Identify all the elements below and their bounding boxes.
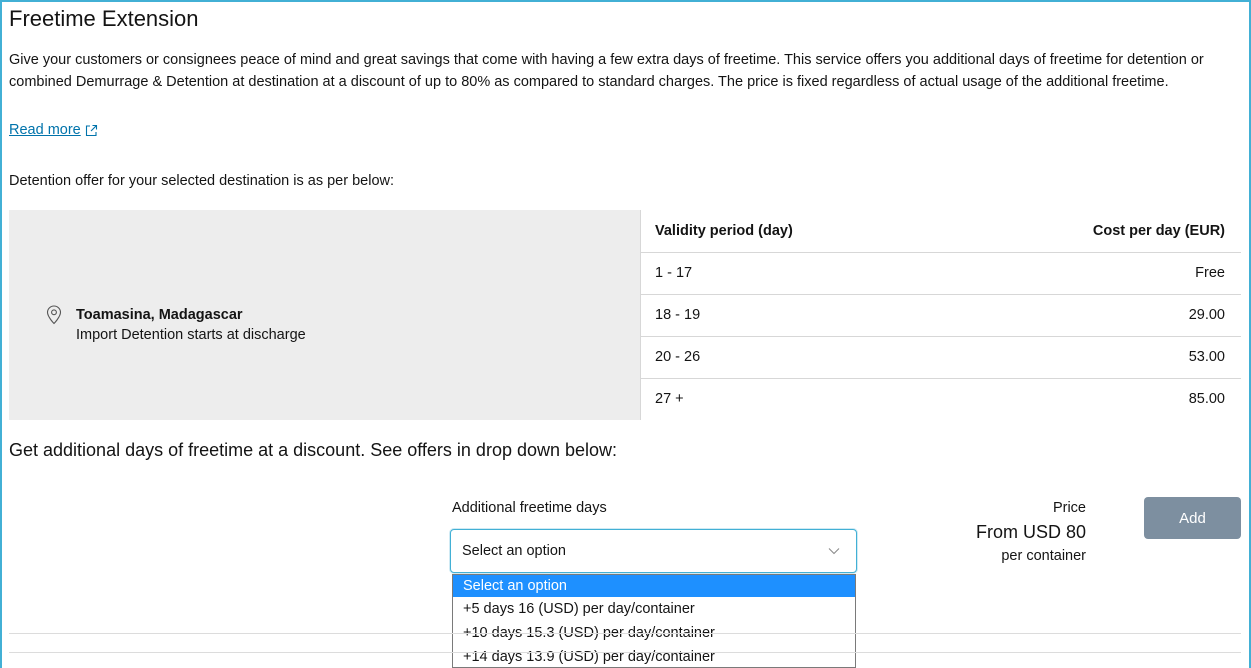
location-subtitle: Import Detention starts at discharge: [76, 327, 306, 343]
offer-label: Detention offer for your selected destin…: [9, 173, 395, 189]
discount-heading: Get additional days of freetime at a dis…: [9, 440, 618, 460]
option-5-days[interactable]: +5 days 16 (USD) per day/container: [453, 597, 855, 621]
map-pin-icon: [46, 305, 62, 325]
location-info: Toamasina, Madagascar Import Detention s…: [46, 305, 306, 345]
table-row: 1 - 17 Free: [639, 251, 1241, 294]
freetime-days-select[interactable]: Select an option: [450, 529, 857, 573]
detention-rate-table: Validity period (day) Cost per day (EUR)…: [639, 210, 1242, 420]
option-14-days[interactable]: +14 days 13.9 (USD) per day/container: [453, 645, 855, 667]
price-unit: per container: [1001, 548, 1086, 564]
table-row: 18 - 19 29.00: [639, 293, 1241, 336]
period-cell: 27 +: [639, 377, 945, 420]
price-label: Price: [1052, 500, 1086, 516]
period-cell: 20 - 26: [639, 335, 945, 378]
table-row: 27 + 85.00: [639, 377, 1241, 420]
cost-cell: 29.00: [944, 293, 1241, 336]
period-cell: 1 - 17: [639, 251, 945, 294]
divider: [9, 652, 1241, 653]
external-link-icon: [85, 124, 97, 136]
cost-cell: 85.00: [944, 377, 1241, 420]
period-cell: 18 - 19: [639, 293, 945, 336]
divider: [9, 633, 1241, 634]
price-block: Price From USD 80 per container: [940, 498, 1086, 566]
read-more-link[interactable]: Read more: [9, 122, 98, 138]
header-cost-per-day: Cost per day (EUR): [1092, 222, 1225, 239]
intro-text: Give your customers or consignees peace …: [9, 52, 1204, 90]
option-select-an-option[interactable]: Select an option: [453, 575, 855, 597]
location-name: Toamasina, Madagascar: [76, 307, 243, 323]
add-button[interactable]: Add: [1144, 497, 1241, 539]
header-validity-period: Validity period (day): [639, 210, 945, 252]
table-header-row: Validity period (day) Cost per day (EUR): [639, 210, 1242, 252]
cost-cell: 53.00: [944, 335, 1241, 378]
cost-cell: Free: [944, 251, 1241, 294]
freetime-days-label: Additional freetime days: [452, 500, 607, 516]
select-value: Select an option: [462, 543, 566, 559]
price-value: From USD 80: [975, 522, 1086, 542]
table-row: 20 - 26 53.00: [639, 335, 1241, 378]
read-more-label: Read more: [9, 122, 81, 138]
freetime-days-options: Select an option +5 days 16 (USD) per da…: [452, 574, 856, 668]
section-title: Freetime Extension: [9, 6, 199, 31]
chevron-down-icon: [828, 548, 840, 555]
